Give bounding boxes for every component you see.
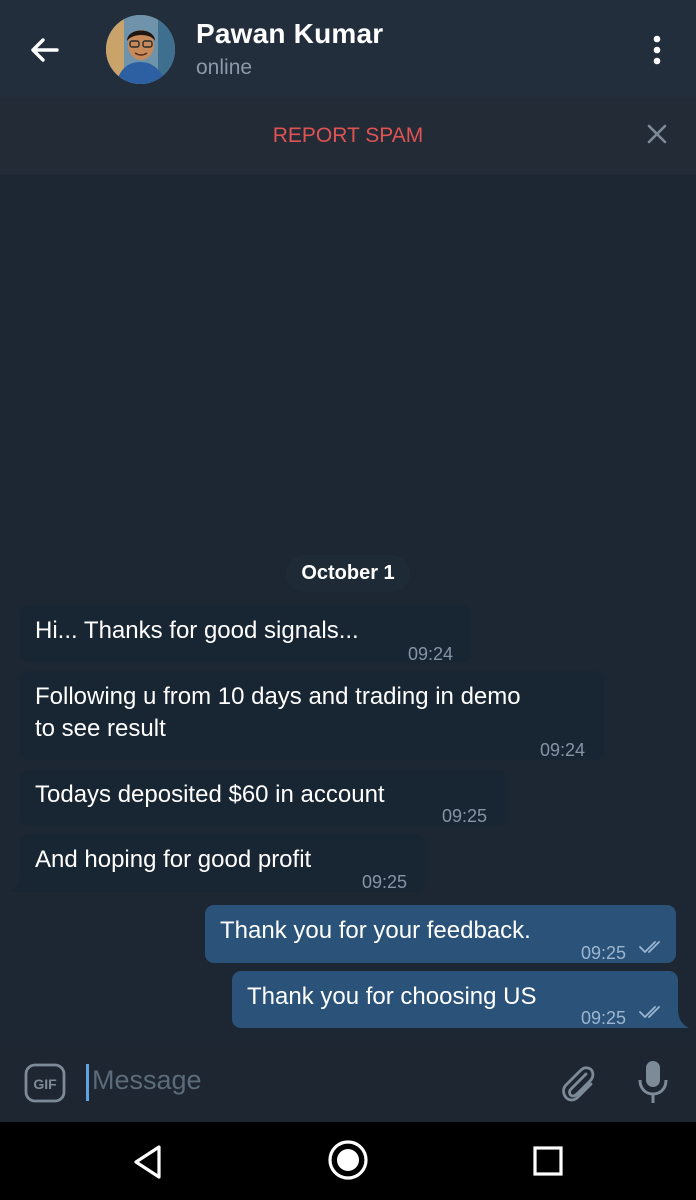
attach-button[interactable] bbox=[556, 1060, 598, 1104]
close-spam-bar-button[interactable] bbox=[640, 117, 674, 151]
read-double-check-icon bbox=[639, 1006, 660, 1018]
message-input[interactable]: Message bbox=[92, 1065, 202, 1096]
more-vertical-icon bbox=[653, 35, 661, 65]
message-time: 09:25 bbox=[362, 872, 408, 892]
message-time: 09:24 bbox=[540, 740, 586, 760]
gif-button[interactable]: GIF bbox=[24, 1063, 66, 1103]
more-options-button[interactable] bbox=[636, 28, 678, 72]
message-bubble-outgoing[interactable]: Thank you for choosing US 09:25 bbox=[232, 971, 678, 1028]
message-time: 09:25 bbox=[442, 806, 488, 826]
square-recents-icon bbox=[533, 1146, 563, 1176]
message-time: 09:24 bbox=[408, 644, 454, 664]
message-bubble-incoming[interactable]: And hoping for good profit 09:25 bbox=[20, 834, 425, 892]
back-button[interactable] bbox=[22, 28, 66, 72]
message-text: Following u from 10 days and trading in … bbox=[35, 683, 521, 742]
message-text: Hi... Thanks for good signals... bbox=[35, 617, 359, 644]
contact-photo bbox=[106, 15, 175, 84]
gif-icon: GIF bbox=[24, 1063, 66, 1103]
triangle-back-icon bbox=[134, 1145, 161, 1179]
message-text: Thank you for your feedback. bbox=[220, 917, 531, 944]
report-spam-button[interactable]: REPORT SPAM bbox=[0, 124, 696, 148]
svg-text:GIF: GIF bbox=[33, 1076, 57, 1092]
message-bubble-incoming[interactable]: Hi... Thanks for good signals... 09:24 bbox=[20, 605, 471, 664]
message-text: And hoping for good profit bbox=[35, 846, 312, 873]
microphone-icon bbox=[638, 1061, 668, 1103]
avatar[interactable] bbox=[106, 15, 175, 84]
text-cursor bbox=[86, 1064, 89, 1101]
message-bubble-incoming[interactable]: Todays deposited $60 in account 09:25 bbox=[20, 769, 506, 826]
date-separator: October 1 bbox=[286, 555, 410, 592]
message-text: Thank you for choosing US bbox=[247, 983, 537, 1010]
message-time: 09:25 bbox=[581, 943, 627, 963]
chat-header: Pawan Kumar online bbox=[0, 0, 696, 97]
close-icon bbox=[647, 124, 667, 144]
message-bubble-outgoing[interactable]: Thank you for your feedback. 09:25 bbox=[205, 905, 676, 963]
report-spam-bar: REPORT SPAM bbox=[0, 97, 696, 175]
system-home-button[interactable] bbox=[325, 1137, 371, 1183]
paperclip-icon bbox=[562, 1066, 595, 1102]
contact-status: online bbox=[196, 56, 253, 79]
message-bubble-incoming[interactable]: Following u from 10 days and trading in … bbox=[20, 671, 604, 760]
message-text: Todays deposited $60 in account bbox=[35, 781, 385, 808]
arrow-left-icon bbox=[31, 38, 59, 62]
message-time: 09:25 bbox=[581, 1008, 627, 1028]
voice-record-button[interactable] bbox=[632, 1058, 674, 1106]
system-back-button[interactable] bbox=[127, 1142, 171, 1182]
read-double-check-icon bbox=[639, 941, 660, 953]
system-recents-button[interactable] bbox=[530, 1143, 566, 1179]
contact-name[interactable]: Pawan Kumar bbox=[196, 18, 383, 50]
circle-home-icon bbox=[328, 1140, 368, 1180]
